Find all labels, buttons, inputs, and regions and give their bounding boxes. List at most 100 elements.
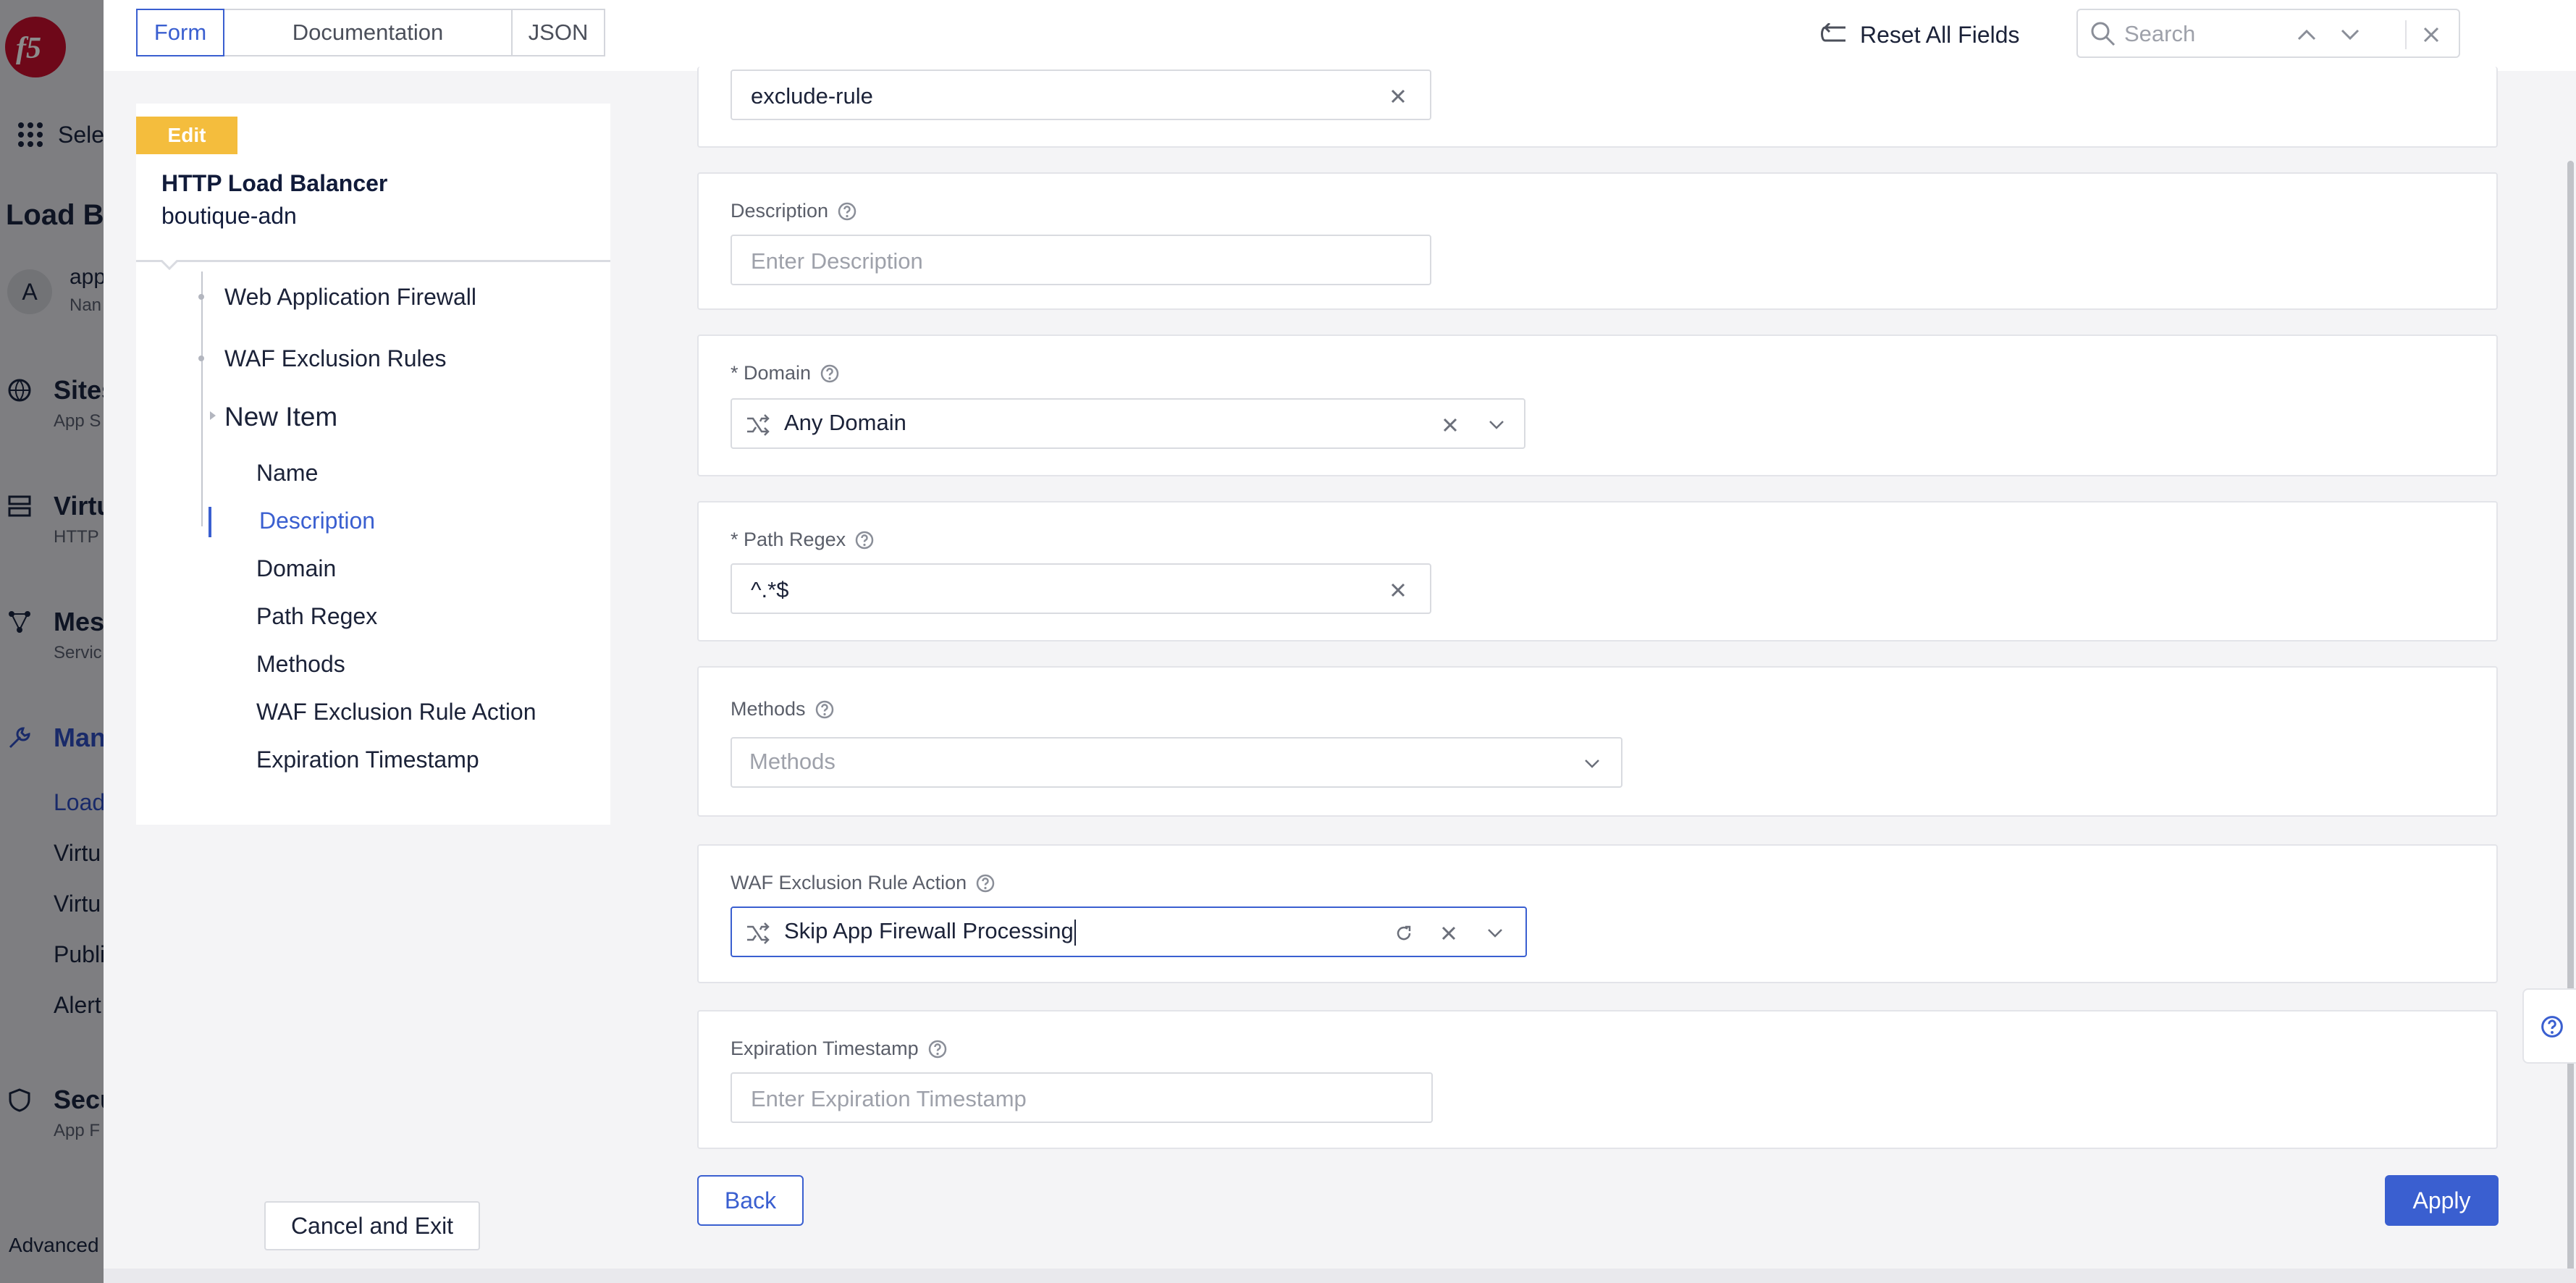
methods-label-text: Methods [731, 698, 806, 720]
help-tab[interactable] [2522, 988, 2576, 1064]
bottom-strip [104, 1269, 2576, 1283]
domain-value: Any Domain [784, 410, 906, 435]
methods-select[interactable]: Methods [731, 737, 1622, 788]
close-icon [2423, 27, 2439, 43]
back-button[interactable]: Back [697, 1175, 804, 1226]
description-input[interactable] [749, 245, 1404, 278]
chevron-down-icon [1488, 929, 1502, 938]
refresh-icon [1397, 925, 1411, 941]
clear-path-regex-button[interactable] [1385, 577, 1411, 603]
nav-web-application-firewall[interactable]: Web Application Firewall [224, 284, 476, 311]
path-regex-section: * Path Regex [697, 501, 2498, 642]
clear-name-button[interactable] [1385, 83, 1411, 109]
nav-path-regex[interactable]: Path Regex [256, 603, 377, 630]
help-icon[interactable] [975, 873, 996, 893]
domain-select[interactable]: Any Domain [731, 398, 1525, 449]
nav-name[interactable]: Name [256, 460, 318, 487]
help-icon[interactable] [815, 699, 835, 720]
search-divider [2405, 20, 2407, 49]
waf-action-section: WAF Exclusion Rule Action Skip App Firew… [697, 844, 2498, 983]
form-navigation: Edit HTTP Load Balancer boutique-adn Web… [136, 104, 610, 825]
path-regex-label: * Path Regex [731, 529, 875, 551]
search-input[interactable] [2123, 17, 2365, 51]
expiration-field [731, 1072, 1433, 1123]
search-next-button[interactable] [2336, 20, 2365, 49]
nav-domain[interactable]: Domain [256, 555, 336, 582]
description-label-text: Description [731, 200, 829, 222]
expiration-label: Expiration Timestamp [731, 1038, 948, 1060]
help-icon [2541, 1016, 2563, 1038]
tree-line [201, 272, 203, 526]
reset-all-fields-button[interactable]: Reset All Fields [1819, 14, 2020, 55]
route-icon [747, 414, 770, 436]
clear-domain-button[interactable] [1437, 412, 1463, 438]
domain-label: * Domain [731, 362, 840, 384]
waf-action-value: Skip App Firewall Processing [784, 918, 1076, 946]
methods-label: Methods [731, 698, 835, 720]
close-icon [1441, 926, 1456, 941]
apply-button[interactable]: Apply [2385, 1175, 2499, 1226]
close-icon [1443, 418, 1457, 432]
close-icon [1391, 89, 1405, 104]
nav-description[interactable]: Description [259, 508, 375, 534]
undo-icon [1821, 23, 1845, 42]
domain-label-text: * Domain [731, 362, 812, 384]
tab-documentation[interactable]: Documentation [223, 9, 513, 56]
nav-methods[interactable]: Methods [256, 651, 345, 678]
route-icon [747, 922, 770, 944]
domain-dropdown-toggle[interactable] [1483, 412, 1510, 438]
object-kind: HTTP Load Balancer [161, 170, 388, 196]
path-regex-label-text: * Path Regex [731, 529, 846, 550]
waf-action-dropdown-toggle[interactable] [1482, 920, 1508, 946]
notch-marker [161, 260, 178, 270]
scrollbar-thumb[interactable] [2567, 161, 2574, 1282]
chevron-down-icon [2341, 29, 2360, 41]
expiration-input[interactable] [749, 1082, 1404, 1116]
modal-overlay [0, 0, 109, 1283]
domain-section: * Domain Any Domain [697, 335, 2498, 476]
help-icon[interactable] [854, 530, 875, 550]
cancel-and-exit-button[interactable]: Cancel and Exit [264, 1201, 480, 1250]
chevron-up-icon [2297, 29, 2316, 41]
search-prev-button[interactable] [2292, 20, 2321, 49]
chevron-down-icon [1585, 760, 1599, 768]
waf-action-label: WAF Exclusion Rule Action [731, 872, 996, 894]
caret-right-icon [210, 411, 216, 420]
name-input[interactable] [749, 80, 1375, 113]
top-toolbar: Form Documentation JSON Reset All Fields [104, 0, 2576, 71]
name-section [697, 67, 2498, 148]
search-close-button[interactable] [2417, 20, 2446, 49]
path-regex-field [731, 563, 1431, 614]
refresh-waf-action-button[interactable] [1391, 920, 1417, 946]
edit-badge: Edit [136, 117, 237, 154]
nav-waf-exclusion-rule-action[interactable]: WAF Exclusion Rule Action [256, 699, 536, 725]
chevron-down-icon [1489, 421, 1504, 429]
tab-json[interactable]: JSON [511, 9, 605, 56]
help-icon[interactable] [927, 1039, 948, 1059]
object-name: boutique-adn [161, 203, 297, 229]
path-regex-input[interactable] [749, 573, 1375, 607]
methods-placeholder: Methods [749, 749, 835, 774]
nav-new-item[interactable]: New Item [224, 402, 337, 432]
tree-dot [198, 356, 204, 361]
methods-section: Methods Methods [697, 666, 2498, 817]
tab-form[interactable]: Form [136, 9, 224, 56]
expiration-section: Expiration Timestamp [697, 1010, 2498, 1149]
help-icon[interactable] [837, 201, 857, 222]
description-field [731, 235, 1431, 285]
nav-divider [136, 260, 610, 262]
description-label: Description [731, 200, 857, 222]
nav-expiration-timestamp[interactable]: Expiration Timestamp [256, 746, 479, 773]
reset-label: Reset All Fields [1860, 21, 2020, 48]
waf-action-value-text: Skip App Firewall Processing [784, 918, 1074, 943]
nav-waf-exclusion-rules[interactable]: WAF Exclusion Rules [224, 345, 446, 372]
edit-panel: Form Documentation JSON Reset All Fields… [104, 0, 2576, 1283]
help-icon[interactable] [820, 363, 840, 384]
close-icon [1391, 583, 1405, 597]
clear-waf-action-button[interactable] [1436, 920, 1462, 946]
search-box [2076, 9, 2460, 58]
description-section: Description [697, 172, 2498, 310]
methods-dropdown-toggle[interactable] [1579, 751, 1605, 777]
waf-action-select[interactable]: Skip App Firewall Processing [731, 906, 1527, 957]
search-icon [2091, 22, 2116, 46]
